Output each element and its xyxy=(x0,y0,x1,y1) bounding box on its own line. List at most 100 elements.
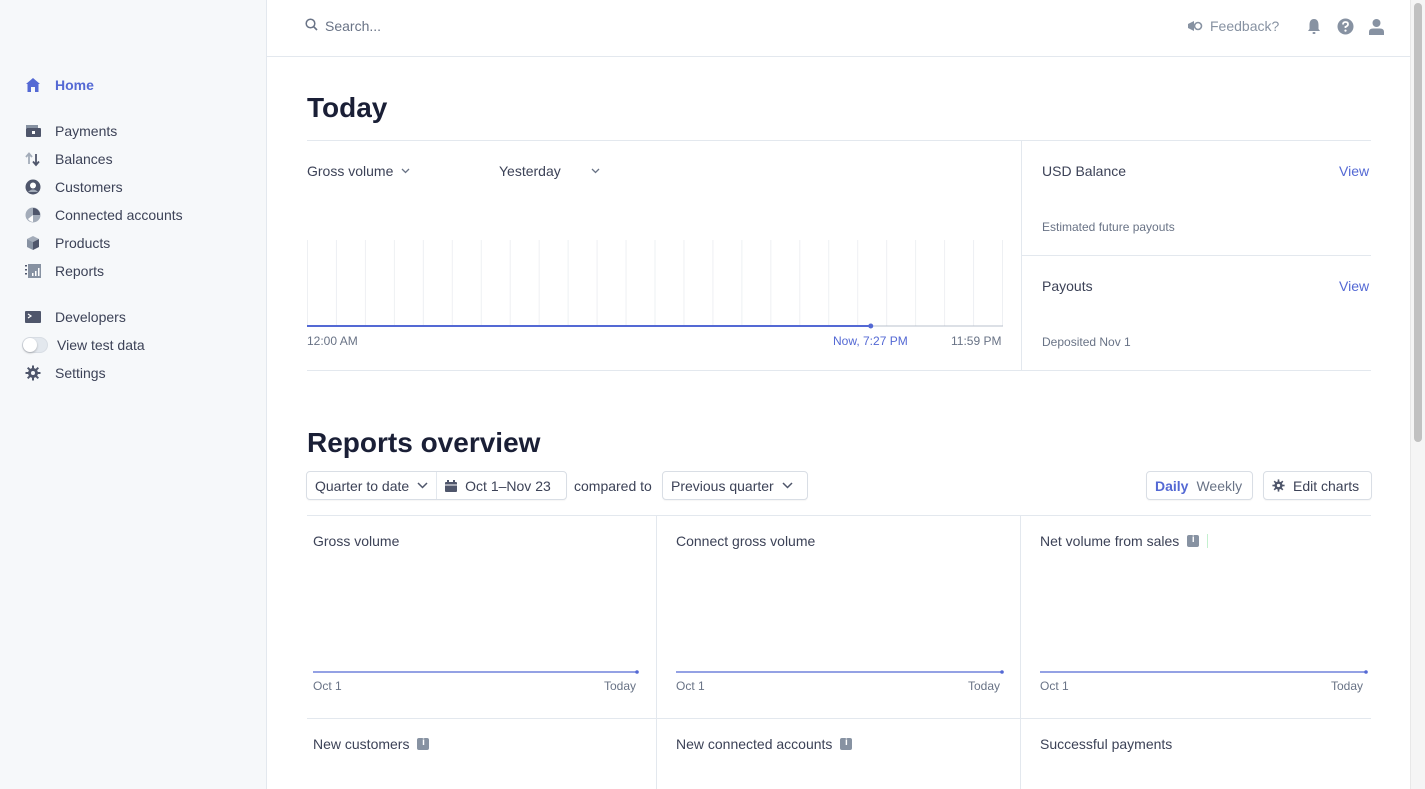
today-title: Today xyxy=(307,92,388,123)
home-icon xyxy=(24,76,42,94)
divider xyxy=(1022,255,1371,256)
x-start-label: Oct 1 xyxy=(676,679,705,693)
x-end-label: Today xyxy=(1331,679,1364,693)
usd-balance-subtitle: Estimated future payouts xyxy=(1042,220,1175,234)
divider xyxy=(307,718,1371,719)
range-select[interactable]: Quarter to date xyxy=(307,472,438,499)
sidebar-item-products[interactable]: Products xyxy=(24,232,110,254)
megaphone-icon xyxy=(1188,21,1203,31)
divider xyxy=(656,516,657,789)
now-marker xyxy=(868,323,874,329)
scrollbar-thumb[interactable] xyxy=(1414,3,1422,442)
developers-icon xyxy=(24,308,42,326)
report-card-gross-volume-title[interactable]: Gross volume xyxy=(313,533,399,549)
sidebar-item-balances[interactable]: Balances xyxy=(24,148,113,170)
daily-option[interactable]: Daily xyxy=(1147,472,1192,499)
sidebar-item-label: Products xyxy=(55,235,111,251)
topbar: Feedback? xyxy=(267,0,1410,57)
edit-charts-button[interactable]: Edit charts xyxy=(1263,471,1372,500)
report-card-new-connected-accounts-title[interactable]: New connected accounts xyxy=(676,736,853,752)
sidebar-item-connected-accounts[interactable]: Connected accounts xyxy=(24,204,183,226)
metric-select[interactable]: Gross volume xyxy=(307,163,410,179)
compare-period-value: Previous quarter xyxy=(671,477,774,494)
today-x-end-label: 11:59 PM xyxy=(951,334,1002,348)
compare-period-select-inner: Previous quarter xyxy=(663,472,801,499)
sidebar-item-view-test-data[interactable]: View test data xyxy=(22,334,145,356)
search-input[interactable] xyxy=(325,18,625,34)
card-title-text: Connect gross volume xyxy=(676,533,816,549)
granularity-toggle: Daily Weekly xyxy=(1146,471,1253,500)
search-bar[interactable] xyxy=(305,18,625,34)
report-card-net-volume-title[interactable]: Net volume from sales xyxy=(1040,533,1209,549)
report-card-new-customers-title[interactable]: New customers xyxy=(313,736,430,752)
scrollbar[interactable] xyxy=(1410,0,1425,789)
sidebar-item-customers[interactable]: Customers xyxy=(24,176,123,198)
sidebar-item-home[interactable]: Home xyxy=(24,74,94,96)
reports-overview-title: Reports overview xyxy=(307,427,541,458)
info-icon[interactable] xyxy=(417,737,430,750)
sidebar-item-label: Connected accounts xyxy=(55,207,183,223)
divider xyxy=(307,370,1371,371)
net-volume-sparkline xyxy=(1040,670,1368,674)
edit-charts-inner: Edit charts xyxy=(1264,472,1367,499)
sidebar-item-developers[interactable]: Developers xyxy=(24,306,126,328)
weekly-option[interactable]: Weekly xyxy=(1192,472,1246,499)
divider xyxy=(307,515,1371,516)
card-title-text: New connected accounts xyxy=(676,736,833,752)
x-start-label: Oct 1 xyxy=(313,679,342,693)
payouts-view-link[interactable]: View xyxy=(1339,278,1369,294)
report-card-connect-gross-volume-title[interactable]: Connect gross volume xyxy=(676,533,815,549)
products-icon xyxy=(24,234,42,252)
balances-icon xyxy=(24,150,42,168)
payments-icon xyxy=(24,122,42,140)
customers-icon xyxy=(24,178,42,196)
bell-icon[interactable] xyxy=(1307,18,1321,40)
compare-period-select[interactable]: Previous quarter xyxy=(662,471,808,500)
x-end-label: Today xyxy=(604,679,637,693)
sidebar-item-reports[interactable]: Reports xyxy=(24,260,104,282)
test-data-toggle[interactable] xyxy=(22,337,48,353)
date-range-value: Oct 1–Nov 23 xyxy=(465,477,551,494)
card-title-text: Gross volume xyxy=(313,533,400,549)
sidebar-item-label: View test data xyxy=(57,337,145,353)
sidebar-item-label: Developers xyxy=(55,309,126,325)
card-title-text: New customers xyxy=(313,736,410,752)
x-start-label: Oct 1 xyxy=(1040,679,1069,693)
user-icon[interactable] xyxy=(1368,18,1385,40)
chevron-down-icon xyxy=(417,482,428,489)
info-icon[interactable] xyxy=(1187,534,1200,547)
date-range-picker[interactable]: Oct 1–Nov 23 xyxy=(437,472,559,499)
usd-balance-title: USD Balance xyxy=(1042,163,1127,179)
compare-select[interactable]: Yesterday xyxy=(499,163,600,179)
chevron-down-icon xyxy=(591,168,600,174)
sidebar-item-payments[interactable]: Payments xyxy=(24,120,117,142)
sidebar-item-settings[interactable]: Settings xyxy=(24,362,106,384)
sparkline-end-point xyxy=(1000,670,1004,674)
today-gross-volume-chart xyxy=(307,240,1003,329)
feedback-label: Feedback? xyxy=(1210,18,1280,34)
help-icon[interactable] xyxy=(1337,18,1354,40)
compare-select-value: Yesterday xyxy=(499,163,561,179)
card-title-text: Successful payments xyxy=(1040,736,1173,752)
x-end-label: Today xyxy=(968,679,1001,693)
usd-balance-view-link[interactable]: View xyxy=(1339,163,1369,179)
sidebar-item-label: Home xyxy=(55,77,94,93)
chevron-down-icon xyxy=(401,168,410,174)
connect-gross-volume-sparkline xyxy=(676,670,1004,674)
gross-volume-sparkline xyxy=(313,670,639,674)
sidebar: Home Payments Balances Customers Connect… xyxy=(0,0,267,789)
sparkline-end-point xyxy=(1364,670,1368,674)
metric-select-value: Gross volume xyxy=(307,163,394,179)
feedback-button[interactable]: Feedback? xyxy=(1187,18,1279,34)
sparkline-end-point xyxy=(635,670,639,674)
gear-icon xyxy=(1272,479,1285,492)
connected-accounts-icon xyxy=(24,206,42,224)
sidebar-item-label: Payments xyxy=(55,123,118,139)
today-now-label: Now, 7:27 PM xyxy=(833,334,908,348)
card-title-text: Net volume from sales xyxy=(1040,533,1180,549)
report-card-successful-payments-title[interactable]: Successful payments xyxy=(1040,736,1172,752)
gear-icon xyxy=(24,364,42,382)
info-icon[interactable] xyxy=(840,737,853,750)
sidebar-item-label: Balances xyxy=(55,151,113,167)
search-icon xyxy=(305,18,318,34)
